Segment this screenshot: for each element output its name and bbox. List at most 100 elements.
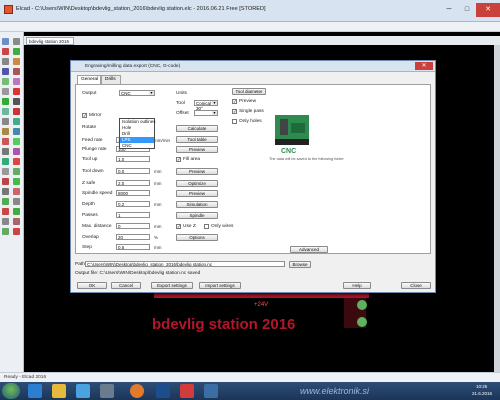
preview-button[interactable]: Preview	[176, 146, 218, 153]
undo-tool-icon[interactable]	[2, 178, 9, 185]
import-settings-button[interactable]: Import settings	[199, 282, 241, 289]
start-button-icon[interactable]	[2, 383, 20, 399]
explorer-icon[interactable]	[52, 384, 66, 398]
optimize-button[interactable]: Optimize	[176, 180, 218, 187]
group-tool-icon[interactable]	[2, 118, 9, 125]
mark-tool-icon[interactable]	[13, 148, 20, 155]
split-tool-icon[interactable]	[13, 158, 20, 165]
highlight-tool-icon[interactable]	[13, 188, 20, 195]
dropdown-option[interactable]: CNC	[120, 143, 154, 149]
units-label: Units	[176, 91, 187, 96]
tool-diameter-button[interactable]: Tool diameter	[232, 88, 266, 95]
output-select[interactable]: CNC ▼	[119, 90, 155, 96]
document-tab[interactable]: bdevlig station 2016	[26, 37, 74, 45]
via-tool-icon[interactable]	[2, 98, 9, 105]
tool-up-input[interactable]: 1.0	[116, 156, 150, 162]
delete-tool-icon[interactable]	[13, 68, 20, 75]
only-holes-checkbox[interactable]	[232, 119, 237, 124]
tool-select[interactable]: Conical 30° ▼	[194, 100, 218, 111]
preview-checkbox[interactable]: ✓	[232, 99, 237, 104]
overlap-input[interactable]: 20	[116, 234, 150, 240]
dialog-close-button[interactable]: ✕	[415, 62, 433, 70]
paste-tool-icon[interactable]	[13, 218, 20, 225]
advanced-button[interactable]: Advanced	[290, 246, 328, 253]
line-tool-icon[interactable]	[2, 138, 9, 145]
firefox-icon[interactable]	[130, 384, 144, 398]
maximize-button[interactable]: □	[458, 3, 476, 17]
lock-tool-icon[interactable]	[13, 198, 20, 205]
preview-button-3[interactable]: Preview	[176, 190, 218, 197]
array-tool-icon[interactable]	[2, 218, 9, 225]
measure-tool-icon[interactable]	[2, 88, 9, 95]
output-dropdown-list[interactable]: Isolation outlines Hole Drill LPS CNC	[119, 118, 156, 149]
only-wires-checkbox[interactable]	[204, 224, 209, 229]
options-button[interactable]: Options	[176, 234, 218, 241]
drill-tool-icon[interactable]	[2, 128, 9, 135]
copy-tool-icon[interactable]	[13, 98, 20, 105]
net-tool-icon[interactable]	[2, 198, 9, 205]
pan-tool-icon[interactable]	[2, 188, 9, 195]
hole-tool-icon[interactable]	[13, 168, 20, 175]
mirror-checkbox[interactable]: ✓	[82, 113, 87, 118]
smd-tool-icon[interactable]	[2, 158, 9, 165]
text-tool-icon[interactable]	[2, 58, 9, 65]
redo-tool-icon[interactable]	[13, 178, 20, 185]
media-icon[interactable]	[76, 384, 90, 398]
arc-tool-icon[interactable]	[13, 58, 20, 65]
move-tool-icon[interactable]	[13, 38, 20, 45]
teardrop-tool-icon[interactable]	[2, 228, 9, 235]
step-input[interactable]: 0.5	[116, 244, 150, 250]
wire-tool-icon[interactable]	[2, 48, 9, 55]
left-toolbar	[0, 32, 24, 372]
dialog-close-footer-button[interactable]: Close	[401, 282, 431, 289]
select-tool-icon[interactable]	[2, 38, 9, 45]
rotate-tool-icon[interactable]	[2, 78, 9, 85]
right-scrollbar[interactable]	[494, 45, 500, 372]
ratsnest-tool-icon[interactable]	[13, 128, 20, 135]
offset-select[interactable]: ▼	[194, 110, 218, 116]
speed-input[interactable]: 8000	[116, 190, 150, 196]
app-icon[interactable]	[100, 384, 114, 398]
minimize-button[interactable]: ─	[440, 3, 458, 17]
tab-drills[interactable]: Drills	[101, 75, 121, 84]
ok-button[interactable]: OK	[77, 282, 107, 289]
route-tool-icon[interactable]	[13, 108, 20, 115]
circle-tool-icon[interactable]	[13, 138, 20, 145]
z-safe-input[interactable]: 2.0	[116, 180, 150, 186]
use-z-checkbox[interactable]: ✓	[176, 224, 181, 229]
fill-area-checkbox[interactable]: ✓	[176, 157, 181, 162]
export-settings-button[interactable]: Export settings	[151, 282, 193, 289]
tab-general[interactable]: General	[77, 75, 101, 84]
pad-tool-icon[interactable]	[13, 48, 20, 55]
calculate-button[interactable]: Calculate	[176, 125, 218, 132]
dimension-tool-icon[interactable]	[2, 148, 9, 155]
word-icon[interactable]	[204, 384, 218, 398]
ie-icon[interactable]	[28, 384, 42, 398]
help-button[interactable]: Help	[343, 282, 371, 289]
path-input[interactable]: C:\Users\WIN\Desktop\bdevlig_station_201…	[85, 261, 285, 267]
pcb-label-text: bdevlig station 2016	[152, 316, 295, 333]
cancel-button[interactable]: Cancel	[111, 282, 141, 289]
preview-button-2[interactable]: Preview	[176, 168, 218, 175]
max-distance-input[interactable]: 0	[116, 223, 150, 229]
simulation-button[interactable]: Simulation	[176, 201, 218, 208]
tool-table-button[interactable]: Tool table	[176, 136, 218, 143]
passes-input[interactable]: 1	[116, 212, 150, 218]
photoshop-icon[interactable]	[156, 384, 170, 398]
grid-tool-icon[interactable]	[2, 108, 9, 115]
optimize-tool-icon[interactable]	[2, 208, 9, 215]
single-pass-checkbox[interactable]: ✓	[232, 109, 237, 114]
info-tool-icon[interactable]	[2, 168, 9, 175]
depth-input[interactable]: 0.2	[116, 201, 150, 207]
tool-down-input[interactable]: 0.0	[116, 168, 150, 174]
spindle-button[interactable]: Spindle	[176, 212, 218, 219]
cut-tool-icon[interactable]	[13, 228, 20, 235]
check-tool-icon[interactable]	[13, 208, 20, 215]
close-button[interactable]: ✕	[476, 3, 500, 17]
polygon-tool-icon[interactable]	[13, 88, 20, 95]
layer-tool-icon[interactable]	[13, 118, 20, 125]
mirror-tool-icon[interactable]	[13, 78, 20, 85]
zoom-tool-icon[interactable]	[2, 68, 9, 75]
browse-button[interactable]: Browse	[289, 261, 311, 268]
elcad-icon[interactable]	[180, 384, 194, 398]
